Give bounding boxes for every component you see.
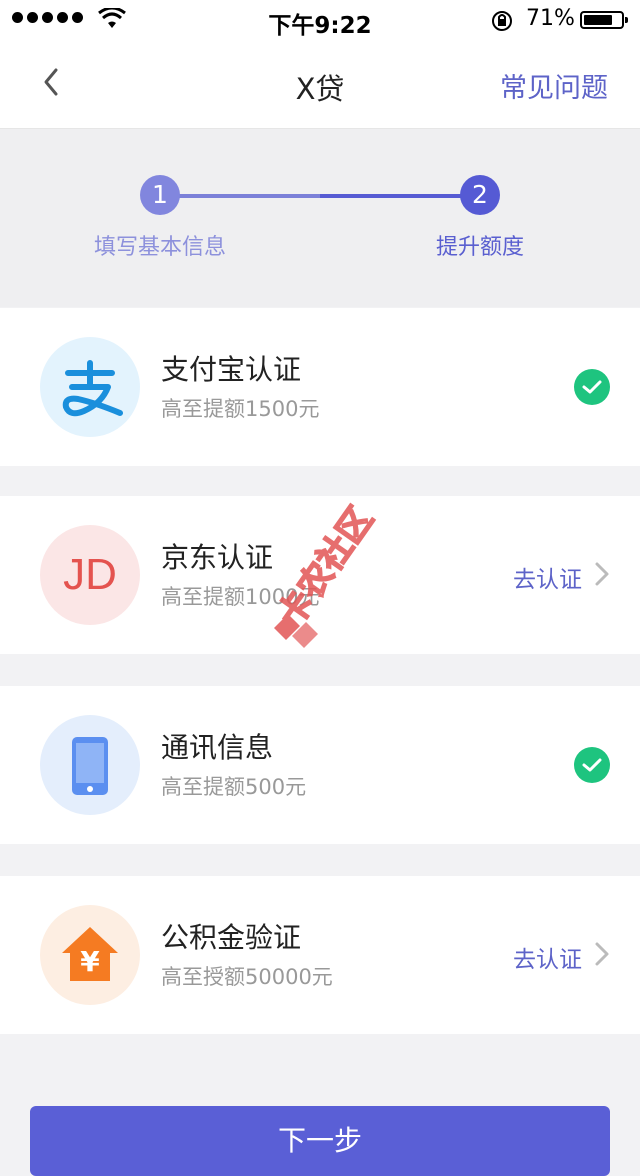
card-subtitle: 高至授额50000元 [161,965,333,989]
battery-icon [580,11,628,29]
status-bar: 下午9:22 71% [0,0,640,40]
card-contacts[interactable]: 通讯信息 高至提额500元 [0,686,640,844]
jd-logo-icon: JD [40,525,140,625]
card-alipay[interactable]: 支付宝认证 高至提额1500元 [0,308,640,466]
house-icon-symbol: ¥ [80,945,100,978]
battery-percentage: 71% [526,6,575,31]
verify-link[interactable]: 去认证 [513,940,582,974]
phone-icon [40,715,140,815]
verify-link[interactable]: 去认证 [513,560,582,594]
step-1-label: 填写基本信息 [93,235,226,260]
step-2-label: 提升额度 [435,235,524,260]
card-subtitle: 高至提额500元 [161,775,307,799]
verified-check-icon [574,747,610,783]
faq-link[interactable]: 常见问题 [500,66,608,105]
svg-text:卡农社区: 卡农社区 [271,500,382,634]
step-1-circle: 1 [140,175,180,215]
alipay-logo-icon [40,337,140,437]
chevron-right-icon [595,562,609,586]
next-step-button[interactable]: 下一步 [30,1106,610,1176]
rotation-lock-icon [492,11,512,31]
jd-logo-text: JD [63,550,117,599]
watermark-logo: 卡农社区 [270,499,382,648]
card-title: 公积金验证 [161,921,302,954]
card-title: 通讯信息 [161,731,274,764]
verified-check-icon [574,369,610,405]
step-connector [160,194,320,198]
chevron-right-icon [595,942,609,966]
nav-bar: X贷 常见问题 [0,40,640,129]
progress-steps: 1 2 填写基本信息 提升额度 [0,129,640,307]
step-2-circle: 2 [460,175,500,215]
card-title: 支付宝认证 [161,353,302,386]
card-subtitle: 高至提额1500元 [161,397,320,421]
card-housing-fund[interactable]: ¥ 公积金验证 高至授额50000元 去认证 [0,876,640,1034]
step-connector [320,194,480,198]
card-title: 京东认证 [161,541,274,574]
house-icon: ¥ [40,905,140,1005]
